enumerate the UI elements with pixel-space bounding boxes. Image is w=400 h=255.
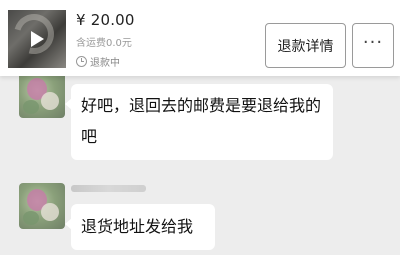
- order-price: ¥ 20.00: [76, 11, 135, 29]
- play-icon: [31, 31, 44, 47]
- avatar[interactable]: [19, 183, 65, 229]
- order-card[interactable]: ¥ 20.00 含运费0.0元 退款中 退款详情 ···: [0, 0, 400, 76]
- shipping-fee: 含运费0.0元: [76, 38, 132, 49]
- message-text: 退货地址发给我: [81, 217, 194, 236]
- clock-icon: [76, 55, 87, 67]
- sender-name-redacted: [71, 185, 146, 192]
- chat-message[interactable]: 退货地址发给我: [65, 204, 215, 250]
- chat-message[interactable]: 好吧，退回去的邮费是要退给我的吧: [65, 84, 333, 160]
- video-thumbnail[interactable]: [8, 10, 66, 68]
- refund-status-label: 退款中: [90, 57, 120, 69]
- message-text: 好吧，退回去的邮费是要退给我的吧: [81, 96, 322, 146]
- avatar[interactable]: [19, 72, 65, 118]
- refund-details-button[interactable]: 退款详情: [265, 23, 346, 68]
- more-icon: ···: [362, 31, 384, 53]
- more-button[interactable]: ···: [352, 23, 394, 68]
- refund-status: 退款中: [76, 54, 120, 69]
